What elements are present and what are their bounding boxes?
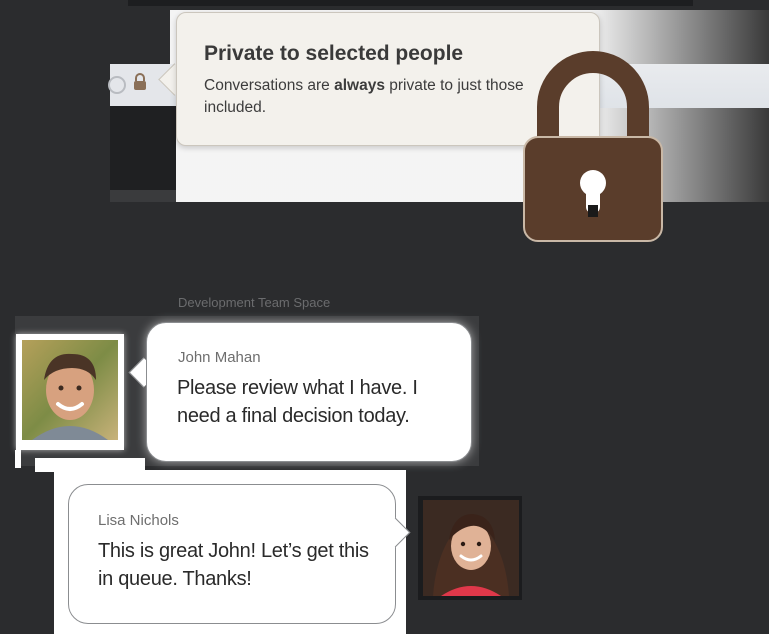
tooltip-body: Conversations are always private to just…	[204, 75, 544, 119]
lock-icon	[523, 51, 663, 242]
avatar-lisa[interactable]	[423, 500, 519, 596]
tooltip-title: Private to selected people	[204, 42, 464, 65]
message-text: Please review what I have. I need a fina…	[177, 377, 418, 427]
message-author: Lisa Nichols	[98, 512, 179, 529]
tooltip-body-text: Conversations are	[204, 77, 335, 94]
info-icon[interactable]	[108, 76, 126, 94]
message-text: This is great John! Let’s get this in qu…	[98, 540, 369, 590]
tooltip-body-bold: always	[334, 77, 385, 94]
message-author: John Mahan	[178, 349, 261, 366]
top-strip	[128, 0, 693, 6]
avatar-john[interactable]	[22, 340, 118, 440]
space-title: Development Team Space	[178, 295, 331, 310]
dark-block	[110, 106, 176, 190]
decor-strip	[15, 450, 21, 468]
dark-block-bottom	[110, 190, 176, 202]
small-lock-icon[interactable]	[132, 73, 148, 91]
